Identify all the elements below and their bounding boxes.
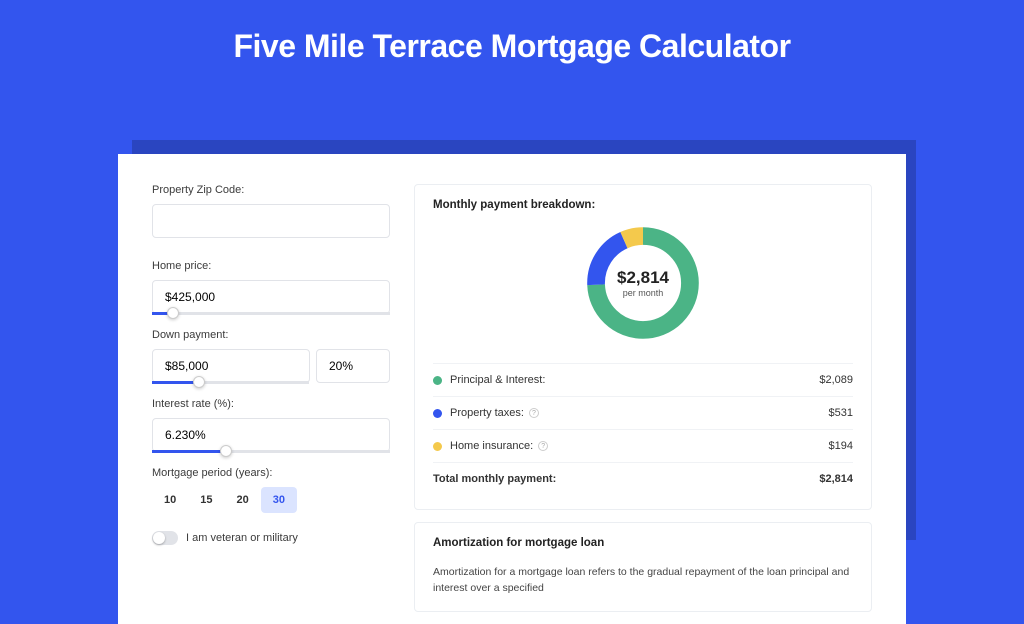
dot-tax — [433, 409, 442, 418]
down-payment-field: Down payment: — [152, 329, 390, 384]
line-pi: Principal & Interest: $2,089 — [433, 363, 853, 396]
home-price-label: Home price: — [152, 260, 390, 272]
toggle-knob — [153, 532, 165, 544]
slider-knob[interactable] — [193, 376, 205, 388]
zip-label: Property Zip Code: — [152, 184, 390, 196]
period-btn-30[interactable]: 30 — [261, 487, 297, 513]
veteran-toggle[interactable] — [152, 531, 178, 545]
down-payment-input[interactable] — [152, 349, 310, 383]
zip-input[interactable] — [152, 204, 390, 238]
donut-wrap: $2,814 per month — [433, 221, 853, 345]
veteran-row: I am veteran or military — [152, 531, 390, 545]
home-price-input[interactable] — [152, 280, 390, 314]
inputs-column: Property Zip Code: Home price: Down paym… — [152, 184, 390, 624]
info-icon[interactable]: ? — [529, 408, 539, 418]
line-tax: Property taxes: ? $531 — [433, 396, 853, 429]
slider-knob[interactable] — [167, 307, 179, 319]
veteran-label: I am veteran or military — [186, 532, 298, 544]
page-title: Five Mile Terrace Mortgage Calculator — [0, 28, 1024, 65]
line-ins: Home insurance: ? $194 — [433, 429, 853, 462]
donut-chart: $2,814 per month — [581, 221, 705, 345]
period-btn-10[interactable]: 10 — [152, 487, 188, 513]
tax-value: $531 — [829, 407, 853, 419]
donut-amount: $2,814 — [617, 268, 669, 288]
home-price-slider[interactable] — [152, 312, 390, 315]
interest-rate-field: Interest rate (%): — [152, 398, 390, 453]
period-label: Mortgage period (years): — [152, 467, 390, 479]
total-label: Total monthly payment: — [433, 473, 556, 485]
period-field: Mortgage period (years): 10 15 20 30 — [152, 467, 390, 513]
amortization-heading: Amortization for mortgage loan — [433, 537, 853, 549]
results-column: Monthly payment breakdown: $2,814 per mo… — [414, 184, 872, 624]
zip-field: Property Zip Code: — [152, 184, 390, 238]
donut-sub: per month — [623, 288, 664, 298]
breakdown-heading: Monthly payment breakdown: — [433, 199, 853, 211]
dot-ins — [433, 442, 442, 451]
slider-knob[interactable] — [220, 445, 232, 457]
amortization-box: Amortization for mortgage loan Amortizat… — [414, 522, 872, 612]
tax-label: Property taxes: — [450, 407, 524, 419]
interest-rate-label: Interest rate (%): — [152, 398, 390, 410]
ins-label: Home insurance: — [450, 440, 533, 452]
slider-fill — [152, 381, 199, 384]
down-payment-pct-input[interactable] — [316, 349, 390, 383]
home-price-field: Home price: — [152, 260, 390, 315]
period-btn-20[interactable]: 20 — [225, 487, 261, 513]
donut-center: $2,814 per month — [581, 221, 705, 345]
amortization-text: Amortization for a mortgage loan refers … — [433, 565, 853, 597]
pi-label: Principal & Interest: — [450, 374, 545, 386]
line-total: Total monthly payment: $2,814 — [433, 462, 853, 495]
breakdown-box: Monthly payment breakdown: $2,814 per mo… — [414, 184, 872, 510]
interest-rate-input[interactable] — [152, 418, 390, 452]
down-payment-label: Down payment: — [152, 329, 390, 341]
dot-pi — [433, 376, 442, 385]
slider-fill — [152, 450, 226, 453]
ins-value: $194 — [829, 440, 853, 452]
period-buttons: 10 15 20 30 — [152, 487, 390, 513]
card-shadow — [132, 140, 916, 154]
calculator-card: Property Zip Code: Home price: Down paym… — [118, 154, 906, 624]
interest-rate-slider[interactable] — [152, 450, 390, 453]
pi-value: $2,089 — [819, 374, 853, 386]
total-value: $2,814 — [819, 473, 853, 485]
down-payment-slider[interactable] — [152, 381, 309, 384]
period-btn-15[interactable]: 15 — [188, 487, 224, 513]
info-icon[interactable]: ? — [538, 441, 548, 451]
